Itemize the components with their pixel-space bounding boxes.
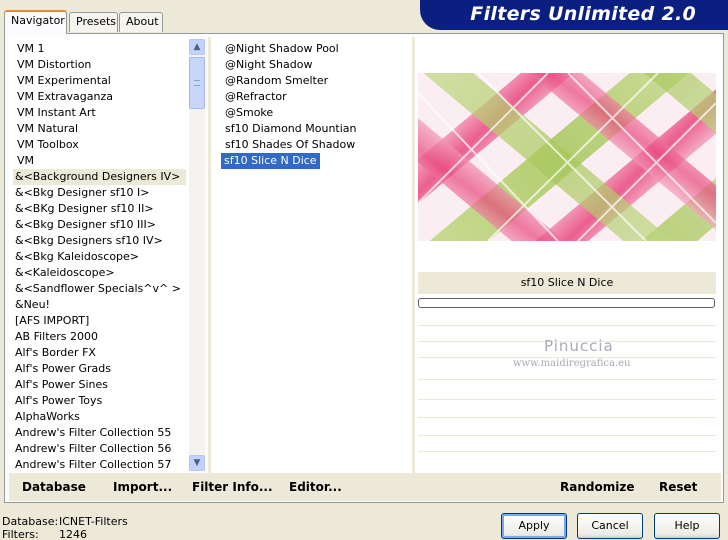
category-item[interactable]: [AFS IMPORT]: [15, 313, 89, 329]
category-item[interactable]: &<Bkg Designers sf10 IV>: [15, 233, 163, 249]
category-item[interactable]: &<Background Designers IV>: [13, 169, 187, 185]
filter-item[interactable]: @Refractor: [222, 89, 290, 105]
parameter-slot: [418, 417, 716, 433]
grip-icon: [194, 80, 200, 86]
category-item[interactable]: VM Extravaganza: [17, 89, 113, 105]
category-item[interactable]: VM: [17, 153, 34, 169]
divider: [208, 37, 211, 473]
filter-item[interactable]: sf10 Slice N Dice: [221, 153, 320, 169]
preview-area: sf10 Slice N Dice Pinuccia www.maidiregr…: [415, 37, 722, 473]
editor-button[interactable]: Editor...: [289, 480, 342, 494]
category-item[interactable]: VM Natural: [17, 121, 78, 137]
category-item[interactable]: VM Toolbox: [17, 137, 79, 153]
database-value: ICNET-Filters: [59, 515, 128, 528]
filter-item[interactable]: @Smoke: [222, 105, 276, 121]
category-item[interactable]: Alf's Power Grads: [15, 361, 111, 377]
chevron-down-icon[interactable]: ▼: [189, 455, 205, 471]
category-item[interactable]: &<Bkg Designer sf10 I>: [15, 185, 150, 201]
progress-bar: [418, 298, 715, 308]
category-item[interactable]: &Neu!: [15, 297, 50, 313]
parameter-slot: [418, 451, 716, 467]
tab-presets-label: Presets: [76, 15, 117, 28]
filter-item[interactable]: sf10 Shades Of Shadow: [222, 137, 358, 153]
parameter-slot: [418, 399, 716, 415]
filter-item[interactable]: sf10 Diamond Mountian: [222, 121, 360, 137]
category-item[interactable]: &<BKg Designer sf10 II>: [15, 201, 154, 217]
category-item[interactable]: AlphaWorks: [15, 409, 80, 425]
category-item[interactable]: &<Sandflower Specials^v^ >: [15, 281, 181, 297]
category-item[interactable]: Andrew's Filter Collection 55: [15, 425, 171, 441]
preview-pattern: [418, 73, 716, 241]
navigator-panel: VM 1 VM Distortion VM Experimental VM Extra…: [4, 33, 724, 503]
chevron-up-icon[interactable]: ▲: [189, 39, 205, 55]
category-item[interactable]: &<Kaleidoscope>: [15, 265, 115, 281]
category-item[interactable]: Andrew's Filter Collection 57: [15, 457, 171, 473]
cancel-button[interactable]: Cancel: [577, 513, 643, 539]
app-title: Filters Unlimited 2.0: [470, 3, 696, 25]
randomize-button[interactable]: Randomize: [560, 480, 634, 494]
filters-count: 1246: [59, 528, 87, 540]
category-item[interactable]: &<Bkg Designer sf10 III>: [15, 217, 156, 233]
scrollbar-thumb[interactable]: [189, 57, 205, 109]
apply-button[interactable]: Apply: [501, 513, 567, 539]
filter-item[interactable]: @Night Shadow Pool: [222, 41, 342, 57]
tab-navigator-label: Navigator: [11, 14, 65, 27]
panel-button-bar: Database Import... Filter Info... Editor…: [9, 473, 721, 501]
title-banner: Filters Unlimited 2.0: [420, 0, 728, 30]
category-item[interactable]: &<Bkg Kaleidoscope>: [15, 249, 139, 265]
database-label: Database:: [2, 515, 59, 528]
filter-item[interactable]: @Night Shadow: [222, 57, 315, 73]
tab-presets[interactable]: Presets: [69, 12, 118, 32]
category-list[interactable]: VM 1 VM Distortion VM Experimental VM Extra…: [9, 37, 191, 473]
tab-about[interactable]: About: [119, 12, 163, 32]
category-item[interactable]: VM Instant Art: [17, 105, 96, 121]
category-item[interactable]: VM Distortion: [17, 57, 91, 73]
preview-image: [418, 73, 716, 241]
filter-item[interactable]: @Random Smelter: [222, 73, 331, 89]
filter-list[interactable]: @Night Shadow Pool @Night Shadow @Random S…: [212, 37, 412, 473]
category-item[interactable]: VM 1: [17, 41, 45, 57]
category-item[interactable]: Alf's Power Toys: [15, 393, 102, 409]
import-button[interactable]: Import...: [113, 480, 172, 494]
filters-label: Filters:: [2, 528, 39, 540]
category-item[interactable]: Alf's Border FX: [15, 345, 96, 361]
category-item[interactable]: AB Filters 2000: [15, 329, 98, 345]
watermark-url: www.maidiregrafica.eu: [513, 358, 631, 369]
database-button[interactable]: Database: [22, 480, 86, 494]
help-button[interactable]: Help: [654, 513, 720, 539]
cancel-button-label: Cancel: [591, 519, 629, 532]
category-item[interactable]: Alf's Power Sines: [15, 377, 108, 393]
tab-about-label: About: [126, 15, 159, 28]
reset-button[interactable]: Reset: [659, 480, 697, 494]
category-item[interactable]: Andrew's Filter Collection 56: [15, 441, 171, 457]
tab-navigator[interactable]: Navigator: [4, 10, 67, 34]
selected-filter-name: sf10 Slice N Dice: [418, 272, 716, 294]
parameter-slot: [418, 435, 716, 451]
watermark-name: Pinuccia: [544, 337, 614, 355]
parameter-slot: [418, 379, 716, 395]
filter-info-button[interactable]: Filter Info...: [192, 480, 273, 494]
apply-button-label: Apply: [518, 519, 550, 532]
category-scrollbar[interactable]: ▲ ▼: [189, 39, 205, 471]
category-item[interactable]: VM Experimental: [17, 73, 111, 89]
help-button-label: Help: [674, 519, 700, 532]
